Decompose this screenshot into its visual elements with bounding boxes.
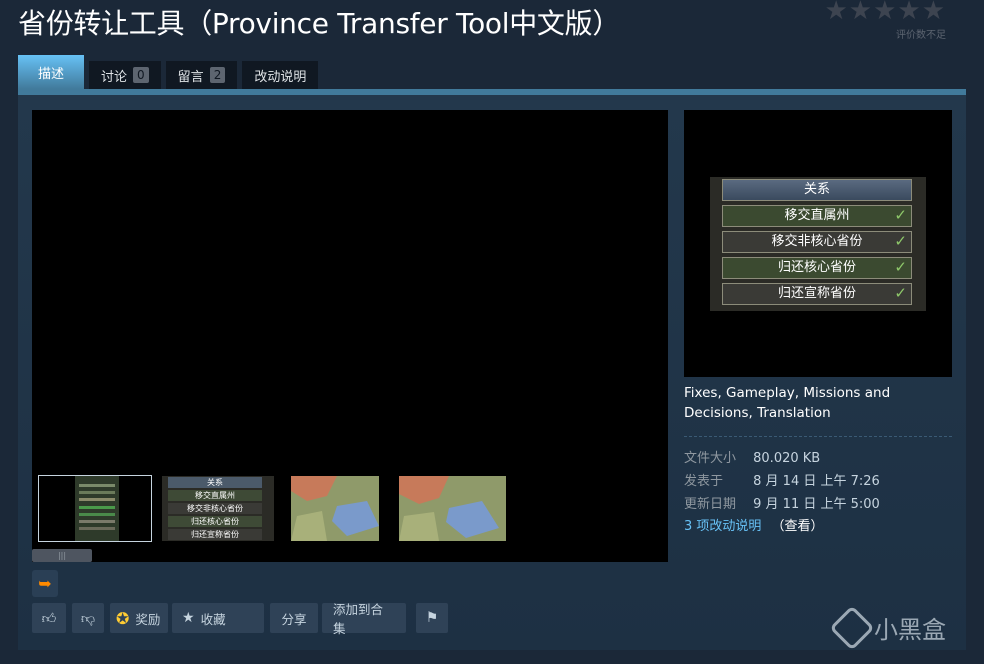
relation-label: 移交直属州 [784,208,850,223]
change-notes-link[interactable]: 3 项改动说明 [684,519,761,534]
thumb-row: 移交非核心省份 [168,503,262,514]
check-icon: ✓ [894,232,907,250]
tags-list[interactable]: Fixes, Gameplay, Missions and Decisions,… [684,383,954,423]
relation-row: 移交非核心省份 ✓ [722,231,912,253]
watermark-text: 小黑盒 [874,616,946,644]
page-title: 省份转让工具（Province Transfer Tool中文版） [18,7,621,40]
tab-comments[interactable]: 留言 2 [165,61,238,89]
check-icon: ✓ [894,284,907,302]
thumbs-up-icon: 👍︎ [41,610,57,627]
check-icon: ✓ [894,206,907,224]
share-label: 分享 [281,611,307,627]
flag-icon: ⚑ [425,610,439,626]
thumbnail-3[interactable] [277,476,389,541]
relations-header: 关系 [722,179,912,201]
relation-label: 归还宣称省份 [777,286,856,301]
count-badge: 0 [133,67,149,83]
tab-description[interactable]: 描述 [18,55,85,89]
relation-row: 移交直属州 ✓ [722,205,912,227]
check-icon: ✓ [894,258,907,276]
meta-updated: 更新日期 9 月 11 日 上午 5:00 [684,493,880,512]
thumbnail-2[interactable]: 关系 移交直属州 移交非核心省份 归还核心省份 归还宣称省份 [162,476,274,541]
tab-discussions[interactable]: 讨论 0 [89,61,161,89]
count-badge: 2 [209,67,226,83]
thumb-header: 关系 [168,477,262,488]
tab-bar: 描述 讨论 0 留言 2 改动说明 [18,55,319,89]
watermark-logo-icon [829,604,875,651]
award-icon: ✪ [116,608,130,628]
tab-change-notes[interactable]: 改动说明 [242,61,319,89]
change-notes: 3 项改动说明 （查看） [684,515,824,534]
thumbnail-1[interactable] [38,475,152,542]
share-button[interactable]: 分享 [270,603,318,633]
relation-label: 归还核心省份 [777,260,856,275]
thumbs-down-icon: 👎︎ [80,610,96,627]
view-link[interactable]: （查看） [772,519,824,534]
relations-panel: 关系 移交直属州 ✓ 移交非核心省份 ✓ 归还核心省份 ✓ 归还宣称省份 ✓ [710,177,926,311]
thumb-row: 移交直属州 [168,490,262,501]
arrow-icon[interactable]: ➥ [32,570,58,597]
award-button[interactable]: ✪ 奖励 [110,603,168,633]
divider [684,436,952,437]
favorite-label: 收藏 [200,611,226,627]
meta-posted: 发表于 8 月 14 日 上午 7:26 [684,470,880,489]
meta-value: 80.020 KB [753,451,821,466]
add-to-collection-button[interactable]: 添加到合集 [322,602,406,636]
main-media-viewer[interactable] [32,110,668,468]
tab-label: 改动说明 [254,69,307,85]
thumbs-up-button[interactable]: 👍︎ [32,603,66,633]
relation-row: 归还宣称省份 ✓ [722,283,912,305]
relation-label: 移交非核心省份 [771,234,863,249]
scrollbar-handle[interactable]: ||| [32,549,92,562]
relations-title: 关系 [803,182,830,197]
report-button[interactable]: ⚑ [416,603,448,633]
thumb-row: 归还核心省份 [168,516,262,527]
rating-stars: ★★★★★ [824,0,946,26]
tab-label: 讨论 [101,69,128,85]
thumbs-down-button[interactable]: 👎︎ [72,603,104,633]
thumbnail-4[interactable] [394,476,506,541]
tab-label: 留言 [177,69,204,85]
meta-key: 发表于 [684,474,724,489]
favorite-button[interactable]: ★ 收藏 [172,603,264,633]
watermark: 小黑盒 [829,604,946,651]
meta-value: 8 月 14 日 上午 7:26 [753,474,880,489]
thumb-row: 归还宣称省份 [168,529,262,540]
rating-text: 评价数不足 [896,30,946,41]
tab-label: 描述 [38,66,65,82]
meta-key: 更新日期 [684,497,737,512]
thumbnail-scrollbar[interactable] [32,549,668,562]
relation-row: 归还核心省份 ✓ [722,257,912,279]
meta-value: 9 月 11 日 上午 5:00 [753,497,880,512]
thumbnail-strip: 关系 移交直属州 移交非核心省份 归还核心省份 归还宣称省份 [32,468,668,562]
meta-key: 文件大小 [684,451,737,466]
meta-file-size: 文件大小 80.020 KB [684,447,820,466]
star-icon: ★ [182,610,195,626]
award-label: 奖励 [135,611,161,627]
add-to-collection-label: 添加到合集 [333,602,384,636]
